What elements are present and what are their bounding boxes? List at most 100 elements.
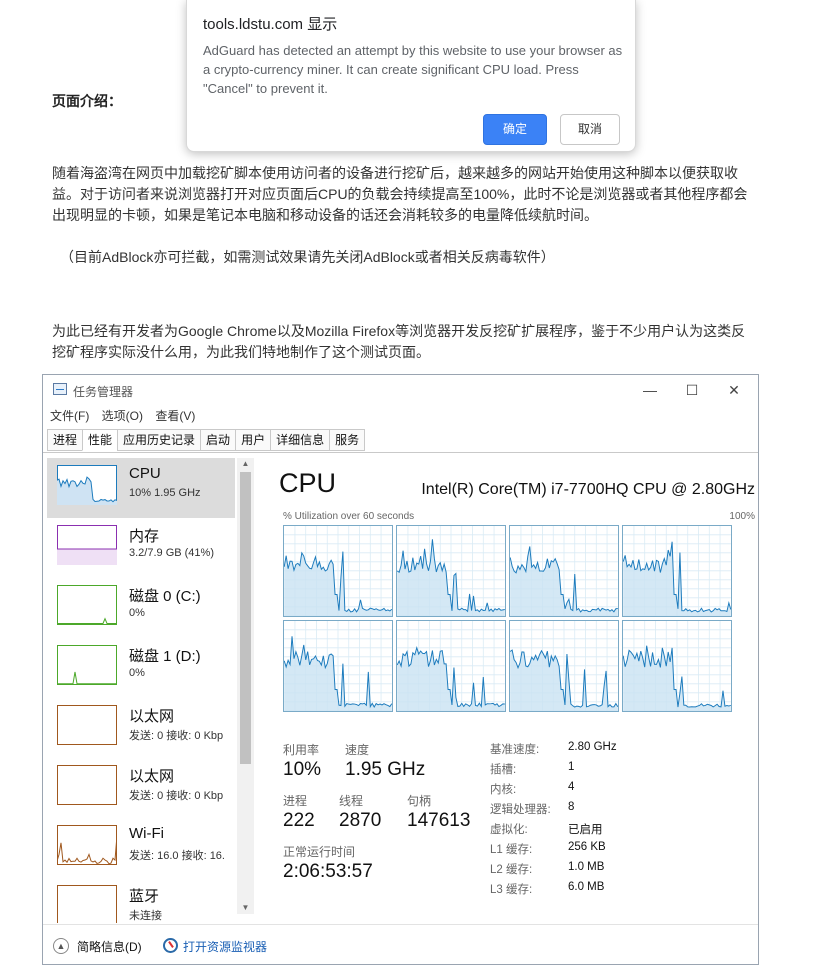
utilization-value: 10%	[283, 759, 322, 780]
sockets-label: 插槽:	[490, 764, 517, 776]
sidebar-item-ethernet-2[interactable]: 以太网 发送: 0 接收: 0 Kbp	[47, 758, 235, 818]
sidebar-item-disk-0[interactable]: 磁盘 0 (C:) 0%	[47, 578, 235, 638]
cores-label: 内核:	[490, 784, 517, 796]
processor-graph	[396, 525, 506, 617]
speed-value: 1.95 GHz	[345, 759, 426, 780]
cpu-model-name: Intel(R) Core(TM) i7-7700HQ CPU @ 2.80GH…	[421, 481, 755, 498]
bluetooth-thumbnail-graph	[57, 885, 117, 923]
footer-bar: ▲ 简略信息(D) 打开资源监视器	[43, 924, 758, 964]
close-button[interactable]: ✕	[714, 379, 754, 401]
tab-bar: 进程 性能 应用历史记录 启动 用户 详细信息 服务	[47, 429, 366, 451]
scroll-down-arrow-icon[interactable]: ▼	[237, 902, 254, 914]
base-speed-label: 基准速度:	[490, 744, 540, 756]
sidebar-item-label: 磁盘 0 (C:)	[129, 588, 201, 605]
sidebar-item-ethernet-1[interactable]: 以太网 发送: 0 接收: 0 Kbp	[47, 698, 235, 758]
minimize-button[interactable]: —	[630, 379, 670, 401]
sidebar-item-value: 0%	[129, 607, 145, 619]
sidebar-item-label: 蓝牙	[129, 888, 160, 905]
sidebar-item-label: Wi-Fi	[129, 825, 164, 842]
virtualization-label: 虚拟化:	[490, 824, 528, 836]
sidebar-scrollbar[interactable]: ▲ ▼	[237, 458, 254, 914]
intro-paragraph-3: 为此已经有开发者为Google Chrome以及Mozilla Firefox等…	[52, 323, 746, 360]
menu-bar: 文件(F) 选项(O) 查看(V)	[43, 405, 758, 427]
logical-processor-graphs	[283, 525, 735, 712]
sidebar-item-value: 未连接	[129, 910, 162, 922]
dialog-message: AdGuard has detected an attempt by this …	[203, 43, 623, 96]
wifi-thumbnail-graph	[57, 825, 117, 865]
scroll-up-arrow-icon[interactable]: ▲	[237, 458, 254, 470]
sidebar-item-label: 内存	[129, 528, 160, 545]
tab-details[interactable]: 详细信息	[270, 429, 330, 451]
sidebar-item-disk-1[interactable]: 磁盘 1 (D:) 0%	[47, 638, 235, 698]
l3-cache-value: 6.0 MB	[568, 881, 605, 893]
speed-label: 速度	[345, 743, 370, 757]
tab-users[interactable]: 用户	[235, 429, 271, 451]
processor-graph	[283, 525, 393, 617]
intro-paragraph-2: （目前AdBlock亦可拦截，如需测试效果请先关闭AdBlock或者相关反病毒软…	[60, 249, 555, 265]
tab-processes[interactable]: 进程	[47, 429, 83, 451]
cpu-detail-pane: CPU Intel(R) Core(TM) i7-7700HQ CPU @ 2.…	[279, 453, 755, 923]
processor-graph	[622, 620, 732, 712]
disk-1-thumbnail-graph	[57, 645, 117, 685]
threads-label: 线程	[339, 794, 364, 808]
sidebar-item-wifi[interactable]: Wi-Fi 发送: 16.0 接收: 16.	[47, 818, 235, 878]
ethernet-thumbnail-graph	[57, 705, 117, 745]
resource-list: CPU 10% 1.95 GHz 内存 3.2/7.9 GB (41%) 磁盘 …	[47, 458, 235, 923]
intro-paragraph-1: 随着海盗湾在网页中加载挖矿脚本使用访问者的设备进行挖矿后，越来越多的网站开始使用…	[52, 165, 748, 223]
scrollbar-thumb[interactable]	[240, 472, 251, 764]
cancel-button[interactable]: 取消	[560, 114, 620, 145]
processor-graph	[396, 620, 506, 712]
tab-performance[interactable]: 性能	[82, 429, 118, 451]
logical-processors-value: 8	[568, 801, 575, 813]
menu-view[interactable]: 查看(V)	[155, 405, 195, 427]
cpu-heading: CPU	[279, 468, 337, 498]
sockets-value: 1	[568, 761, 575, 773]
sidebar-item-value: 3.2/7.9 GB (41%)	[129, 547, 214, 559]
tab-startup[interactable]: 启动	[200, 429, 236, 451]
virtualization-value: 已启用	[568, 824, 603, 836]
uptime-value: 2:06:53:57	[283, 861, 373, 882]
tab-app-history[interactable]: 应用历史记录	[117, 429, 201, 451]
tab-services[interactable]: 服务	[329, 429, 366, 451]
open-resource-monitor-link[interactable]: 打开资源监视器	[183, 938, 267, 955]
processor-graph	[622, 525, 732, 617]
task-manager-icon	[53, 383, 67, 395]
sidebar-item-memory[interactable]: 内存 3.2/7.9 GB (41%)	[47, 518, 235, 578]
processor-graph	[509, 620, 619, 712]
handles-value: 147613	[407, 810, 471, 831]
chevron-up-icon[interactable]: ▲	[53, 938, 69, 954]
threads-value: 2870	[339, 810, 382, 831]
ok-button[interactable]: 确定	[483, 114, 547, 145]
processes-label: 进程	[283, 794, 308, 808]
sidebar-item-label: 以太网	[129, 768, 175, 785]
task-manager-window: 任务管理器 — ☐ ✕ 文件(F) 选项(O) 查看(V) 进程 性能 应用历史…	[42, 374, 759, 965]
title-bar[interactable]: 任务管理器 — ☐ ✕	[43, 375, 758, 405]
menu-options[interactable]: 选项(O)	[102, 405, 143, 427]
alert-dialog: tools.ldstu.com 显示 AdGuard has detected …	[186, 0, 636, 152]
sidebar-item-value: 0%	[129, 667, 145, 679]
sidebar-item-cpu[interactable]: CPU 10% 1.95 GHz	[47, 458, 235, 518]
dialog-title: tools.ldstu.com 显示	[203, 16, 338, 33]
maximize-button[interactable]: ☐	[672, 379, 712, 401]
l1-cache-label: L1 缓存:	[490, 844, 533, 856]
sidebar-item-label: CPU	[129, 465, 161, 482]
menu-file[interactable]: 文件(F)	[50, 405, 89, 427]
logical-processors-label: 逻辑处理器:	[490, 804, 551, 816]
sidebar-item-bluetooth[interactable]: 蓝牙 未连接	[47, 878, 235, 923]
disk-0-thumbnail-graph	[57, 585, 117, 625]
sidebar-item-value: 10% 1.95 GHz	[129, 487, 201, 499]
processor-graph	[509, 525, 619, 617]
performance-panel: CPU 10% 1.95 GHz 内存 3.2/7.9 GB (41%) 磁盘 …	[43, 452, 758, 925]
l1-cache-value: 256 KB	[568, 841, 606, 853]
processes-value: 222	[283, 810, 315, 831]
sidebar-item-label: 磁盘 1 (D:)	[129, 648, 201, 665]
resource-monitor-icon[interactable]	[163, 938, 178, 953]
memory-thumbnail-graph	[57, 525, 117, 565]
handles-label: 句柄	[407, 794, 432, 808]
fewer-details-button[interactable]: 简略信息(D)	[77, 938, 142, 955]
processor-graph	[283, 620, 393, 712]
uptime-label: 正常运行时间	[283, 845, 356, 859]
cores-value: 4	[568, 781, 575, 793]
l3-cache-label: L3 缓存:	[490, 884, 533, 896]
ethernet-thumbnail-graph	[57, 765, 117, 805]
